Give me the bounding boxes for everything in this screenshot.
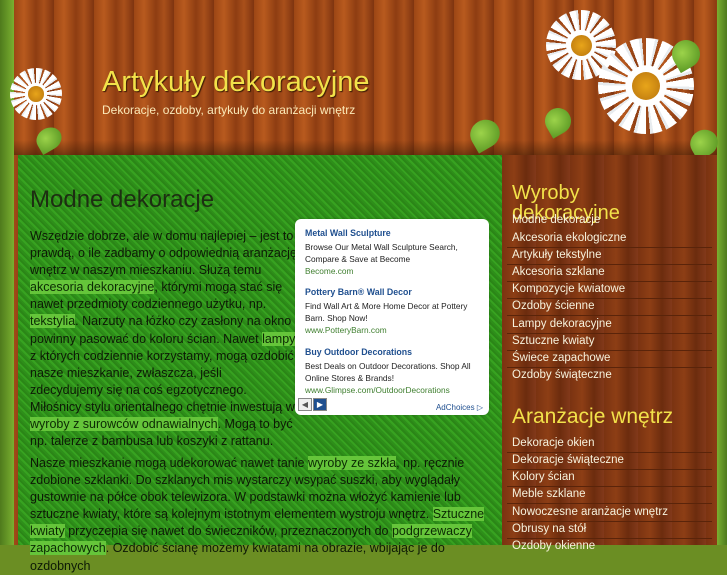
daisy-decoration <box>10 68 62 120</box>
ad-block: Metal Wall Sculpture Browse Our Metal Wa… <box>295 219 489 415</box>
ad-item[interactable]: Metal Wall Sculpture Browse Our Metal Wa… <box>305 227 485 277</box>
right-border <box>717 0 727 545</box>
sidebar-link-meble-szklane[interactable]: Meble szklane <box>512 488 586 500</box>
divider <box>507 521 712 522</box>
sidebar-link-lampy-dekoracyjne[interactable]: Lampy dekoracyjne <box>512 318 612 330</box>
sidebar-link-ozdoby-scienne[interactable]: Ozdoby ścienne <box>512 300 594 312</box>
divider <box>507 247 712 248</box>
ad-title[interactable]: Pottery Barn® Wall Decor <box>305 286 485 298</box>
site-description: Dekoracje, ozdoby, artykuły do aranżacji… <box>102 103 356 117</box>
divider <box>507 538 712 539</box>
ad-next-button[interactable]: ▶ <box>313 398 327 411</box>
sidebar-link-nowoczesne-aranzacje[interactable]: Nowoczesne aranżacje wnętrz <box>512 506 668 518</box>
header-shade <box>14 140 717 155</box>
sidebar-link-sztuczne-kwiaty[interactable]: Sztuczne kwiaty <box>512 335 594 347</box>
divider <box>507 469 712 470</box>
sidebar-link-ozdoby-swiateczne[interactable]: Ozdoby świąteczne <box>512 369 612 381</box>
ad-text: Find Wall Art & More Home Decor at Potte… <box>305 301 468 323</box>
sidebar-link-artykuly-tekstylne[interactable]: Artykuły tekstylne <box>512 249 601 261</box>
ad-url[interactable]: Become.com <box>305 265 485 277</box>
divider <box>507 452 712 453</box>
article-paragraph-2: Nasze mieszkanie mogą udekorować nawet t… <box>30 455 496 575</box>
ad-title[interactable]: Metal Wall Sculpture <box>305 227 485 239</box>
ad-title[interactable]: Buy Outdoor Decorations <box>305 346 485 358</box>
link-wyroby-ze-szkla[interactable]: wyroby ze szkła <box>307 456 397 470</box>
sidebar-link-kolory-scian[interactable]: Kolory ścian <box>512 471 575 483</box>
sidebar-link-akcesoria-ekologiczne[interactable]: Akcesoria ekologiczne <box>512 232 626 244</box>
sidebar-link-swiece-zapachowe[interactable]: Świece zapachowe <box>512 352 610 364</box>
divider <box>507 503 712 504</box>
link-akcesoria-dekoracyjne[interactable]: akcesoria dekoracyjne <box>30 280 155 295</box>
text-fragment: Wszędzie dobrze, ale w domu najlepiej – … <box>30 229 297 278</box>
sidebar-heading-aranzacje: Aranżacje wnętrz <box>512 405 674 428</box>
page-title: Modne dekoracje <box>30 186 215 213</box>
text-fragment: Nasze mieszkanie mogą udekorować nawet t… <box>30 456 308 470</box>
ad-text: Browse Our Metal Wall Sculpture Search, … <box>305 242 458 264</box>
divider <box>507 486 712 487</box>
ad-url[interactable]: www.Glimpse.com/OutdoorDecorations <box>305 384 485 396</box>
divider <box>507 333 712 334</box>
site-title[interactable]: Artykuły dekoracyjne <box>102 66 370 99</box>
sidebar-link-dekoracje-okien[interactable]: Dekoracje okien <box>512 437 594 449</box>
divider <box>507 350 712 351</box>
link-tekstylia[interactable]: tekstylia <box>30 314 76 329</box>
ad-url[interactable]: www.PotteryBarn.com <box>305 324 485 336</box>
ad-prev-button[interactable]: ◀ <box>298 398 312 411</box>
ad-item[interactable]: Pottery Barn® Wall Decor Find Wall Art &… <box>305 286 485 336</box>
divider <box>507 315 712 316</box>
divider <box>507 264 712 265</box>
sidebar-link-dekoracje-swiateczne[interactable]: Dekoracje świąteczne <box>512 454 624 466</box>
adchoices-link[interactable]: AdChoices ▷ <box>436 403 483 412</box>
divider <box>507 281 712 282</box>
sidebar-link-obrusy-na-stol[interactable]: Obrusy na stół <box>512 523 586 535</box>
ad-item[interactable]: Buy Outdoor Decorations Best Deals on Ou… <box>305 346 485 396</box>
link-lampy[interactable]: lampy <box>262 331 295 346</box>
text-fragment: przyczepia się nawet do świeczników, prz… <box>64 524 392 539</box>
divider <box>507 298 712 299</box>
sidebar-link-ozdoby-okienne[interactable]: Ozdoby okienne <box>512 540 595 552</box>
divider <box>507 367 712 368</box>
article-paragraph-1: Wszędzie dobrze, ale w domu najlepiej – … <box>30 228 298 450</box>
sidebar-link-akcesoria-szklane[interactable]: Akcesoria szklane <box>512 266 605 278</box>
sidebar-link-kompozycje-kwiatowe[interactable]: Kompozycje kwiatowe <box>512 283 625 295</box>
link-wyroby-z-surowcow[interactable]: wyroby z surowców odnawialnych <box>30 417 218 432</box>
sidebar-link-modne-dekoracje[interactable]: Modne dekoracje <box>512 214 600 226</box>
ad-text: Best Deals on Outdoor Decorations. Shop … <box>305 361 471 383</box>
